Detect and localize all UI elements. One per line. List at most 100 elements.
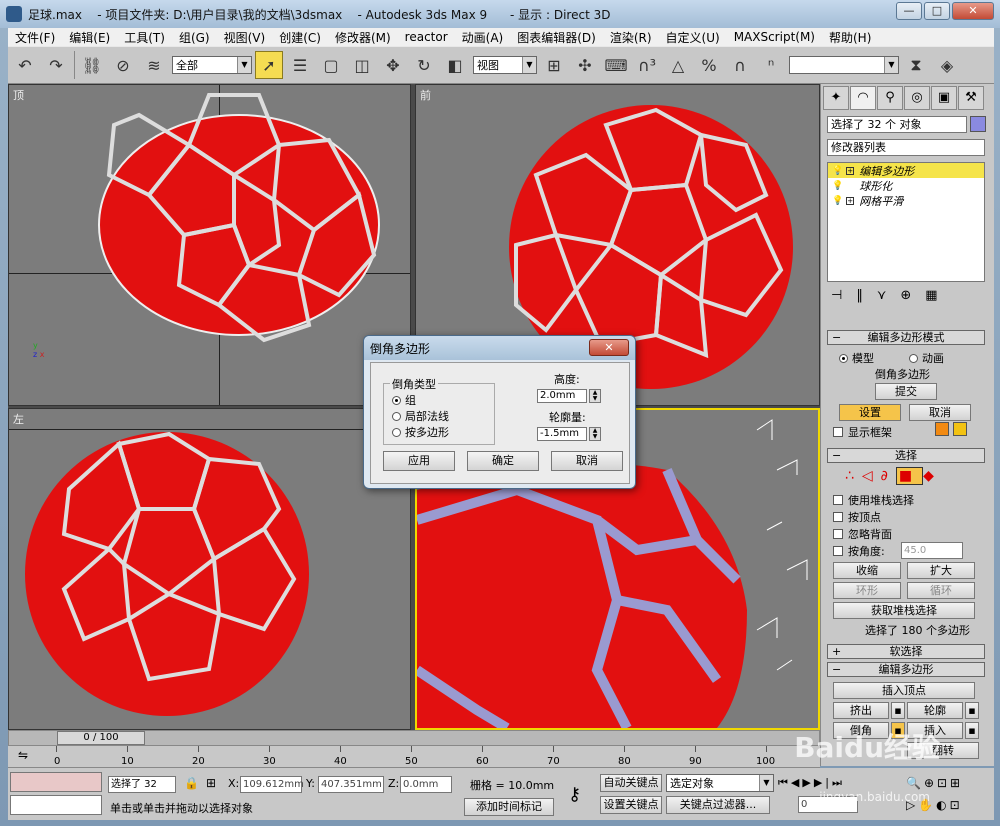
loop-button[interactable]: 循环 (907, 582, 975, 599)
menu-create[interactable]: 创建(C) (272, 29, 328, 46)
x-coordinate-field[interactable]: 109.612mm (240, 776, 304, 793)
move-icon[interactable]: ✥ (379, 51, 407, 79)
utilities-tab-icon[interactable]: ⚒ (958, 86, 984, 110)
outline-button[interactable]: 轮廓 (907, 702, 963, 719)
expand-icon[interactable]: + (846, 166, 855, 175)
rotate-icon[interactable]: ↻ (410, 51, 438, 79)
viewport-left[interactable]: 左 (8, 408, 411, 730)
rollout-edit-polygons[interactable]: − 编辑多边形 (827, 662, 985, 677)
select-object-icon[interactable]: ➚ (255, 51, 283, 79)
maximize-button[interactable]: □ (924, 2, 950, 20)
time-slider-knob[interactable]: 0 / 100 (57, 731, 145, 745)
maxscript-listener[interactable] (10, 772, 102, 792)
radio-animate[interactable]: 动画 (909, 350, 944, 366)
scale-icon[interactable]: ◧ (441, 51, 469, 79)
spinner-snap-icon[interactable]: ∩ (726, 51, 754, 79)
select-manipulate-icon[interactable]: ✣ (571, 51, 599, 79)
lightbulb-icon[interactable]: 💡 (832, 181, 843, 191)
radio-model[interactable]: 模型 (839, 350, 874, 366)
rollout-soft-selection[interactable]: + 软选择 (827, 644, 985, 659)
minimize-button[interactable]: — (896, 2, 922, 20)
menu-help[interactable]: 帮助(H) (822, 29, 878, 46)
object-name-field[interactable]: 选择了 32 个 对象 (827, 116, 967, 133)
menu-customize[interactable]: 自定义(U) (659, 29, 727, 46)
ring-button[interactable]: 环形 (833, 582, 901, 599)
display-tab-icon[interactable]: ▣ (931, 86, 957, 110)
radio-group[interactable]: 组 (392, 392, 416, 408)
selection-filter-dropdown[interactable]: 全部 ▼ (172, 56, 252, 74)
outline-spinner[interactable]: -1.5mm ▲ ▼ (537, 427, 601, 441)
menu-file[interactable]: 文件(F) (8, 29, 62, 46)
window-crossing-icon[interactable]: ◫ (348, 51, 376, 79)
menu-animation[interactable]: 动画(A) (455, 29, 511, 46)
stack-item-meshsmooth[interactable]: 💡 + 网格平滑 (828, 193, 984, 208)
key-filters-button[interactable]: 关键点过滤器... (666, 796, 770, 814)
angle-value-field[interactable]: 45.0 (901, 542, 963, 559)
show-cage-checkbox[interactable]: 显示框架 (833, 424, 892, 440)
close-button[interactable]: ✕ (952, 2, 994, 20)
apply-button[interactable]: 应用 (383, 451, 455, 471)
dialog-close-button[interactable]: ✕ (589, 339, 629, 356)
percent-snap-icon[interactable]: % (695, 51, 723, 79)
stack-item-edit-poly[interactable]: 💡 + 编辑多边形 (828, 163, 984, 178)
z-coordinate-field[interactable]: 0.0mm (400, 776, 452, 793)
viewport-top[interactable]: 顶 yz x (8, 84, 411, 406)
cage-selected-color-swatch[interactable] (953, 422, 967, 436)
edit-cancel-button[interactable]: 取消 (909, 404, 971, 421)
rollout-edit-poly-mode[interactable]: − 编辑多边形模式 (827, 330, 985, 345)
ignore-backfacing-checkbox[interactable]: 忽略背面 (833, 526, 892, 542)
stack-tools-icons[interactable]: ⊣‖⋎⊕▦ (831, 288, 952, 303)
extrude-settings-icon[interactable]: ▪ (891, 702, 905, 719)
height-value[interactable]: 2.0mm (537, 389, 587, 403)
by-angle-checkbox[interactable]: 按角度: (833, 543, 885, 559)
menu-group[interactable]: 组(G) (172, 29, 217, 46)
auto-key-button[interactable]: 自动关键点 (600, 774, 662, 792)
outline-value[interactable]: -1.5mm (537, 427, 587, 441)
link-icon[interactable]: ⛓ (78, 51, 106, 79)
mini-curve-editor-icon[interactable]: ⇋ (18, 748, 28, 762)
extrude-button[interactable]: 挤出 (833, 702, 889, 719)
motion-tab-icon[interactable]: ◎ (904, 86, 930, 110)
named-selection-dropdown[interactable]: ▼ (789, 56, 899, 74)
y-coordinate-field[interactable]: 407.351mm (318, 776, 384, 793)
lightbulb-icon[interactable]: 💡 (832, 166, 843, 176)
menu-reactor[interactable]: reactor (398, 30, 455, 44)
select-by-name-icon[interactable]: ☰ (286, 51, 314, 79)
mirror-icon[interactable]: ⧗ (902, 51, 930, 79)
object-color-swatch[interactable] (970, 116, 986, 132)
settings-button[interactable]: 设置 (839, 404, 901, 421)
use-stack-selection-checkbox[interactable]: 使用堆栈选择 (833, 492, 914, 508)
menu-maxscript[interactable]: MAXScript(M) (727, 30, 822, 44)
snap-3d-icon[interactable]: ∩³ (633, 51, 661, 79)
get-stack-selection-button[interactable]: 获取堆栈选择 (833, 602, 975, 619)
undo-icon[interactable]: ↶ (11, 51, 39, 79)
grow-button[interactable]: 扩大 (907, 562, 975, 579)
modifier-list-dropdown[interactable]: 修改器列表 (827, 139, 985, 156)
redo-icon[interactable]: ↷ (42, 51, 70, 79)
inset-settings-icon[interactable]: ▪ (965, 722, 979, 739)
subobject-icons[interactable]: ∴◁∂ ■ ◆ (845, 467, 942, 485)
height-spinner[interactable]: 2.0mm ▲ ▼ (537, 389, 601, 403)
maxscript-input[interactable] (10, 795, 102, 815)
playback-controls-icon[interactable]: ⏮◀▶▶|⏭ (778, 776, 845, 790)
set-key-button[interactable]: 设置关键点 (600, 796, 662, 814)
spinner-arrows-icon[interactable]: ▲ ▼ (589, 389, 601, 403)
track-bar[interactable]: ⇋ 0 10 20 30 40 50 60 70 80 90 100 (8, 746, 820, 768)
radio-by-polygon[interactable]: 按多边形 (392, 424, 449, 440)
absolute-mode-icon[interactable]: ⊞ (206, 776, 216, 790)
commit-button[interactable]: 提交 (875, 383, 937, 400)
rect-region-icon[interactable]: ▢ (317, 51, 345, 79)
key-icon[interactable]: ⚷ (568, 784, 581, 805)
unlink-icon[interactable]: ⊘ (109, 51, 137, 79)
lock-selection-icon[interactable]: 🔒 (184, 776, 199, 790)
align-icon[interactable]: ◈ (933, 51, 961, 79)
edit-named-sel-icon[interactable]: ⁿ (757, 51, 785, 79)
keyboard-shortcut-icon[interactable]: ⌨ (602, 51, 630, 79)
outline-settings-icon[interactable]: ▪ (965, 702, 979, 719)
viewport-nav-icons[interactable]: 🔍⊕⊡⊞ (906, 776, 963, 790)
menu-rendering[interactable]: 渲染(R) (603, 29, 659, 46)
create-tab-icon[interactable]: ✦ (823, 86, 849, 110)
stack-item-spherify[interactable]: 💡 球形化 (828, 178, 984, 193)
spinner-arrows-icon[interactable]: ▲ ▼ (589, 427, 601, 441)
menu-tools[interactable]: 工具(T) (117, 29, 172, 46)
